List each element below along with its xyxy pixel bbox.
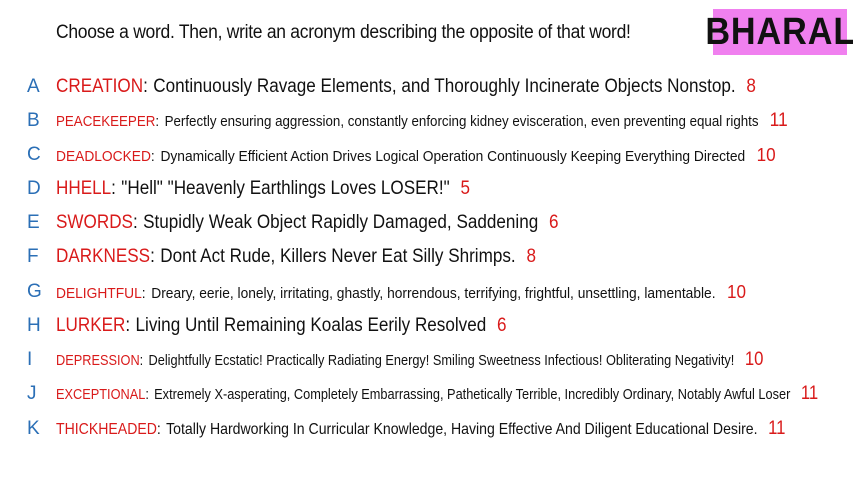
item-word: DARKNESS — [56, 246, 151, 267]
item-count: 10 — [756, 144, 776, 165]
item-letter: C — [27, 144, 41, 165]
item-word: LURKER — [56, 315, 126, 336]
item-word: DEADLOCKED — [56, 148, 151, 165]
item-letter: J — [27, 383, 37, 404]
item-colon: : — [150, 246, 155, 267]
name-tag: BHARAL — [705, 9, 853, 55]
item-word: DEPRESSION — [56, 353, 140, 369]
item-count: 6 — [497, 315, 507, 336]
item-acronym: Totally Hardworking In Curricular Knowle… — [166, 421, 758, 438]
item-acronym: Delightfully Ecstatic! Practically Radia… — [148, 353, 735, 369]
item-colon: : — [132, 212, 138, 233]
item-colon: : — [111, 178, 116, 199]
item-colon: : — [156, 421, 161, 438]
item-acronym: Dynamically Efficient Action Drives Logi… — [160, 148, 746, 165]
item-word: DELIGHTFUL — [56, 285, 142, 302]
item-content: LURKER: Living Until Remaining Koalas Ee… — [56, 315, 507, 337]
item-count: 8 — [526, 246, 536, 267]
item-colon: : — [155, 114, 160, 130]
item-count: 11 — [769, 110, 788, 131]
item-letter: H — [27, 315, 41, 336]
item-word: CREATION — [56, 76, 144, 97]
item-word: SWORDS — [56, 212, 133, 233]
item-acronym: Living Until Remaining Koalas Eerily Res… — [135, 315, 487, 336]
item-content: HHELL: "Hell" "Heavenly Earthlings Loves… — [56, 178, 470, 200]
item-letter: F — [27, 246, 39, 267]
item-content: CREATION: Continuously Ravage Elements, … — [56, 76, 756, 98]
item-word: HHELL — [56, 178, 112, 199]
item-colon: : — [139, 353, 144, 369]
item-acronym: Continuously Ravage Elements, and Thorou… — [153, 76, 736, 97]
item-letter: I — [27, 349, 33, 370]
item-count: 11 — [800, 383, 819, 404]
item-content: SWORDS: Stupidly Weak Object Rapidly Dam… — [56, 212, 559, 234]
item-colon: : — [143, 76, 148, 97]
item-count: 11 — [768, 418, 786, 439]
item-letter: B — [27, 110, 40, 131]
item-count: 5 — [460, 178, 471, 199]
item-word: THICKHEADED — [56, 421, 157, 438]
item-letter: E — [27, 212, 40, 233]
item-count: 6 — [549, 212, 559, 233]
item-count: 10 — [744, 349, 764, 370]
item-acronym: "Hell" "Heavenly Earthlings Loves LOSER!… — [121, 178, 450, 199]
name-tag-text: BHARAL — [705, 10, 853, 53]
item-acronym: Perfectly ensuring aggression, constantl… — [164, 114, 759, 130]
item-content: THICKHEADED: Totally Hardworking In Curr… — [56, 418, 785, 440]
prompt-text: Choose a word. Then, write an acronym de… — [56, 22, 631, 43]
item-acronym: Dreary, eerie, lonely, irritating, ghast… — [151, 285, 716, 302]
item-count: 10 — [726, 281, 746, 302]
item-letter: G — [27, 281, 42, 302]
item-acronym: Stupidly Weak Object Rapidly Damaged, Sa… — [143, 212, 539, 233]
item-colon: : — [150, 148, 155, 165]
item-content: EXCEPTIONAL: Extremely X-asperating, Com… — [56, 383, 818, 405]
item-content: PEACEKEEPER: Perfectly ensuring aggressi… — [56, 110, 788, 132]
item-word: PEACEKEEPER — [56, 114, 156, 130]
item-colon: : — [141, 285, 146, 302]
item-word: EXCEPTIONAL — [56, 387, 146, 403]
item-content: DARKNESS: Dont Act Rude, Killers Never E… — [56, 246, 536, 268]
item-acronym: Extremely X-asperating, Completely Embar… — [154, 387, 791, 403]
item-content: DEPRESSION: Delightfully Ecstatic! Pract… — [56, 349, 763, 371]
item-count: 8 — [746, 76, 756, 97]
item-content: DEADLOCKED: Dynamically Efficient Action… — [56, 145, 776, 166]
item-letter: D — [27, 178, 41, 199]
item-colon: : — [145, 387, 149, 403]
item-acronym: Dont Act Rude, Killers Never Eat Silly S… — [160, 246, 516, 267]
item-letter: K — [27, 418, 40, 439]
item-letter: A — [27, 76, 40, 97]
item-content: DELIGHTFUL: Dreary, eerie, lonely, irrit… — [56, 282, 746, 303]
item-colon: : — [125, 315, 131, 336]
